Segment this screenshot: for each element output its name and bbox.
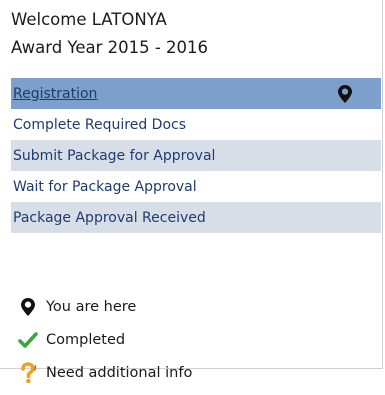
- status-panel: Welcome LATONYA Award Year 2015 - 2016 R…: [0, 0, 383, 383]
- step-registration[interactable]: Registration: [11, 78, 381, 109]
- step-submit-package: Submit Package for Approval: [11, 140, 381, 171]
- legend-you-are-here: You are here: [18, 290, 318, 323]
- question-mark-icon: [18, 361, 38, 383]
- step-complete-required-docs: Complete Required Docs: [11, 109, 381, 140]
- step-wait-approval: Wait for Package Approval: [11, 171, 381, 202]
- legend-need-info-label: Need additional info: [46, 364, 193, 381]
- award-year: Award Year 2015 - 2016: [11, 38, 209, 57]
- step-label: Wait for Package Approval: [13, 178, 197, 195]
- checkmark-icon: [18, 330, 38, 350]
- step-approval-received: Package Approval Received: [11, 202, 381, 233]
- welcome-message: Welcome LATONYA: [11, 10, 167, 29]
- location-pin-icon: [18, 297, 38, 317]
- steps-list: Registration Complete Required Docs Subm…: [11, 78, 381, 233]
- location-pin-icon: [337, 84, 353, 104]
- step-label: Complete Required Docs: [13, 116, 187, 133]
- step-label: Submit Package for Approval: [13, 147, 216, 164]
- legend-completed-label: Completed: [46, 331, 126, 348]
- legend: You are here Completed Need additional i…: [18, 290, 318, 389]
- step-registration-link[interactable]: Registration: [13, 86, 97, 102]
- legend-you-are-here-label: You are here: [46, 298, 137, 315]
- legend-completed: Completed: [18, 323, 318, 356]
- legend-need-info: Need additional info: [18, 356, 318, 389]
- step-label: Package Approval Received: [13, 209, 206, 226]
